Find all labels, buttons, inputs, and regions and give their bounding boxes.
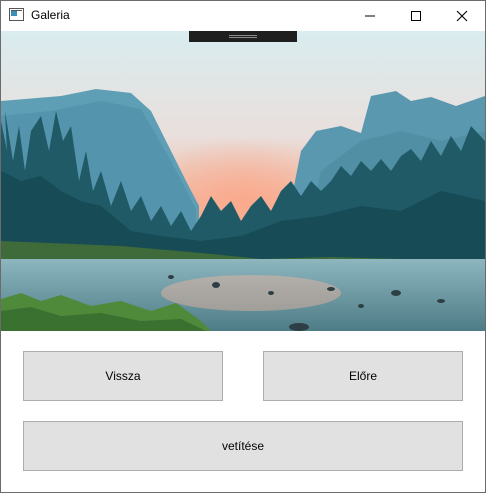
app-icon <box>9 8 24 21</box>
minimize-button[interactable] <box>347 1 393 31</box>
maximize-button[interactable] <box>393 1 439 31</box>
back-button[interactable]: Vissza <box>23 351 223 401</box>
window-title: Galeria <box>31 8 70 22</box>
app-window: Galeria Vissza Előre vetítése <box>0 0 486 493</box>
forward-button[interactable]: Előre <box>263 351 463 401</box>
gallery-image <box>1 31 485 331</box>
title-bar[interactable]: Galeria <box>1 1 485 31</box>
close-icon <box>456 10 468 22</box>
drag-handle[interactable] <box>189 31 297 42</box>
minimize-icon <box>365 15 375 17</box>
close-button[interactable] <box>439 1 485 31</box>
slideshow-button[interactable]: vetítése <box>23 421 463 471</box>
maximize-icon <box>411 11 421 21</box>
